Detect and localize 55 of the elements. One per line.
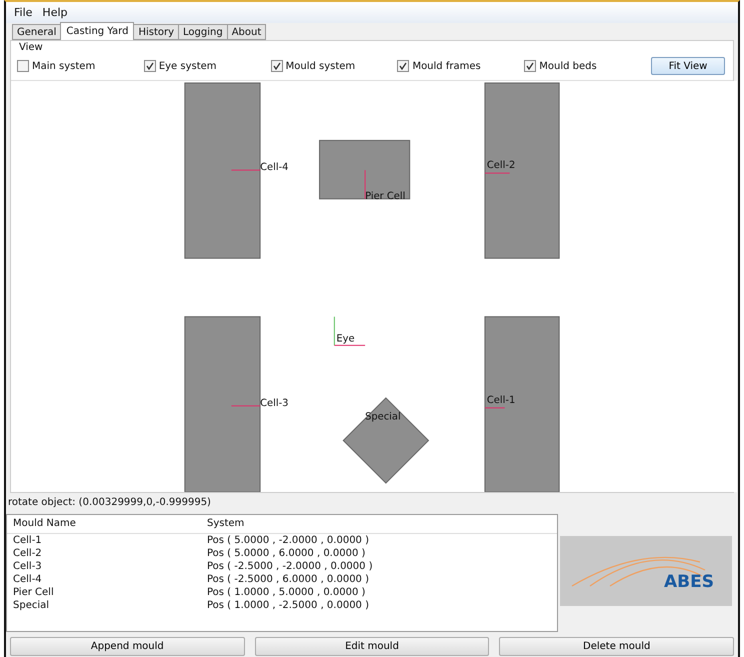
axes-icon [334,316,366,346]
checkmark-icon [146,62,154,70]
object-label: Cell-1 [486,394,516,406]
object-label: Special [365,412,401,423]
menu-item[interactable]: Help [42,6,68,19]
checkbox-label: Mould frames [412,60,481,72]
column-header: Mould Name [12,518,77,529]
checkbox-label: Main system [32,60,96,72]
table-cell-text: Cell-2 [12,548,43,559]
action-button[interactable]: Delete mould [499,637,734,656]
checkbox[interactable] [397,60,410,72]
menu-item[interactable]: File [14,6,32,19]
checkbox[interactable] [17,60,29,72]
axis-line [230,170,261,171]
table-cell-text: Pos ( 5.0000 , 6.0000 , 0.0000 ) [206,548,366,559]
table-cell-text: Pier Cell [12,587,55,598]
checkbox-label: Mould system [286,60,356,72]
checkmark-icon [272,62,281,70]
table-cell-text: Pos ( -2.5000 , -2.0000 , 0.0000 ) [206,561,374,572]
group-title: View [18,41,44,54]
status-text: rotate object: (0.00329999,0,-0.999995) [7,496,212,510]
tab[interactable]: History [133,24,180,40]
action-button[interactable]: Edit mould [254,637,490,656]
object-label: Cell-2 [486,160,516,172]
column-header: System [206,518,246,529]
object-label: Eye [336,333,355,344]
tab[interactable]: General [12,24,62,40]
table-cell-text: Cell-4 [12,574,43,585]
table-cell-text: Pos ( 1.0000 , -2.5000 , 0.0000 ) [206,600,370,611]
checkbox-label: Mould beds [539,60,597,72]
object-label: Cell-3 [260,398,288,409]
fit-view-button[interactable]: Fit View [651,57,725,75]
table-cell-text: Pos ( 1.0000 , 5.0000 , 0.0000 ) [206,587,366,598]
table-cell-text: Pos ( -2.5000 , 6.0000 , 0.0000 ) [206,574,370,585]
tab[interactable]: About [226,24,266,40]
checkbox[interactable] [524,60,536,72]
object-label: Cell-4 [260,162,288,174]
checkmark-icon [526,62,534,70]
tab[interactable]: Logging [178,24,228,40]
checkbox[interactable] [144,60,156,72]
axis-line [484,172,510,174]
axis-line [484,407,506,408]
logo-text: ABES [664,572,714,592]
table-cell-text: Cell-3 [12,561,43,572]
tab[interactable]: Casting Yard [60,22,134,40]
checkbox[interactable] [270,60,283,72]
table-cell-text: Special [12,600,50,611]
axis-line [364,170,366,200]
checkmark-icon [399,62,408,70]
object-label: Pier Cell [365,190,406,202]
table-cell-text: Pos ( 5.0000 , -2.0000 , 0.0000 ) [206,535,370,546]
table-cell-text: Cell-1 [12,535,43,546]
action-button[interactable]: Append mould [10,637,245,656]
checkbox-label: Eye system [158,60,217,72]
axis-line [230,405,261,406]
